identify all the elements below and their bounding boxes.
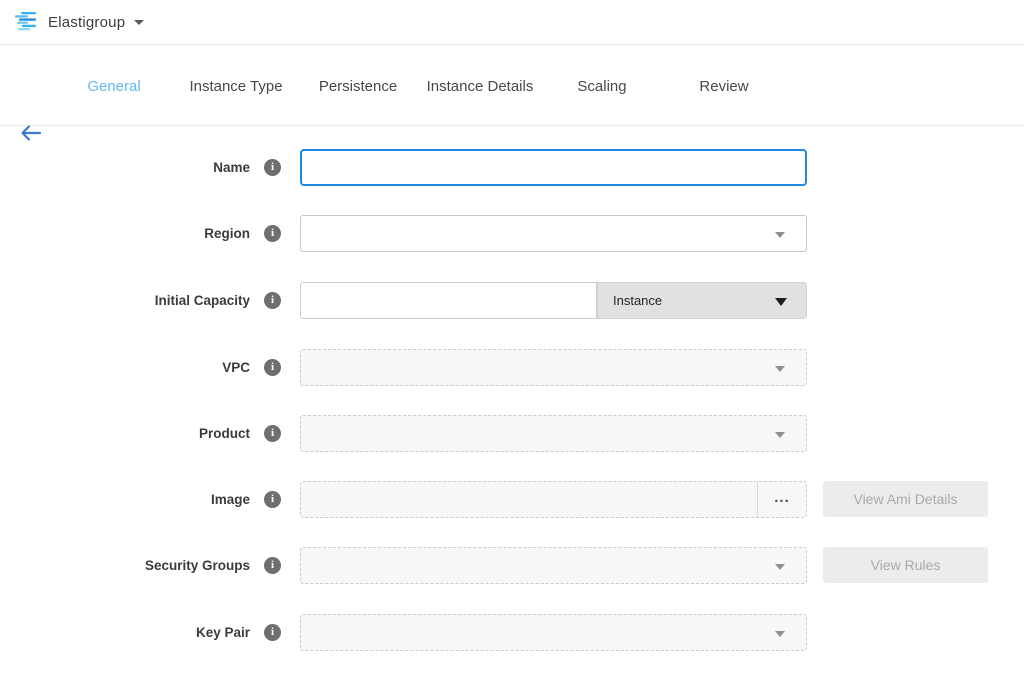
region-label: Region xyxy=(0,215,250,252)
image-label: Image xyxy=(0,481,250,518)
form-row-product: Product i xyxy=(0,415,1024,452)
info-icon[interactable]: i xyxy=(264,292,281,309)
info-icon[interactable]: i xyxy=(264,557,281,574)
info-icon[interactable]: i xyxy=(264,491,281,508)
security-groups-select xyxy=(300,547,807,584)
tab-general[interactable]: General xyxy=(53,78,175,95)
form-row-vpc: VPC i xyxy=(0,349,1024,386)
name-label: Name xyxy=(0,149,250,186)
tab-review[interactable]: Review xyxy=(663,78,785,95)
form-row-name: Name i xyxy=(0,149,1024,186)
product-label: Product xyxy=(0,415,250,452)
key-pair-select xyxy=(300,614,807,651)
tab-instance-details[interactable]: Instance Details xyxy=(419,78,541,95)
info-icon[interactable]: i xyxy=(264,359,281,376)
region-select[interactable] xyxy=(300,215,807,252)
form-row-key-pair: Key Pair i xyxy=(0,614,1024,651)
info-icon[interactable]: i xyxy=(264,425,281,442)
form-row-security-groups: Security Groups i View Rules xyxy=(0,547,1024,584)
security-groups-label: Security Groups xyxy=(0,547,250,584)
key-pair-label: Key Pair xyxy=(0,614,250,651)
chevron-down-icon xyxy=(775,432,785,438)
info-icon[interactable]: i xyxy=(264,225,281,242)
tab-persistence[interactable]: Persistence xyxy=(297,78,419,95)
chevron-down-icon xyxy=(775,631,785,637)
tab-instance-type[interactable]: Instance Type xyxy=(175,78,297,95)
top-bar: Elastigroup xyxy=(0,0,1024,45)
chevron-down-icon xyxy=(775,298,787,306)
image-picker: ... xyxy=(300,481,807,518)
browse-ellipsis-icon: ... xyxy=(758,482,806,517)
name-input[interactable] xyxy=(300,149,807,186)
form-row-image: Image i ... View Ami Details xyxy=(0,481,1024,518)
wizard-tab-bar: General Instance Type Persistence Instan… xyxy=(0,46,1024,126)
chevron-down-icon xyxy=(775,366,785,372)
product-select xyxy=(300,415,807,452)
elastigroup-logo-icon xyxy=(15,12,39,32)
initial-capacity-input[interactable] xyxy=(300,282,597,319)
view-ami-details-button: View Ami Details xyxy=(823,481,988,517)
vpc-select xyxy=(300,349,807,386)
wizard-tabs: General Instance Type Persistence Instan… xyxy=(53,46,785,126)
chevron-down-icon xyxy=(775,232,785,238)
view-rules-button: View Rules xyxy=(823,547,988,583)
tab-scaling[interactable]: Scaling xyxy=(541,78,663,95)
initial-capacity-label: Initial Capacity xyxy=(0,282,250,319)
capacity-unit-value: Instance xyxy=(613,283,662,318)
chevron-down-icon xyxy=(775,564,785,570)
vpc-label: VPC xyxy=(0,349,250,386)
form-row-region: Region i xyxy=(0,215,1024,252)
info-icon[interactable]: i xyxy=(264,159,281,176)
app-switcher-label[interactable]: Elastigroup xyxy=(48,14,125,31)
back-arrow-icon[interactable] xyxy=(20,124,42,142)
app-switcher-caret-icon[interactable] xyxy=(134,20,144,25)
capacity-unit-select[interactable]: Instance xyxy=(597,282,807,319)
info-icon[interactable]: i xyxy=(264,624,281,641)
form-row-initial-capacity: Initial Capacity i Instance xyxy=(0,282,1024,319)
